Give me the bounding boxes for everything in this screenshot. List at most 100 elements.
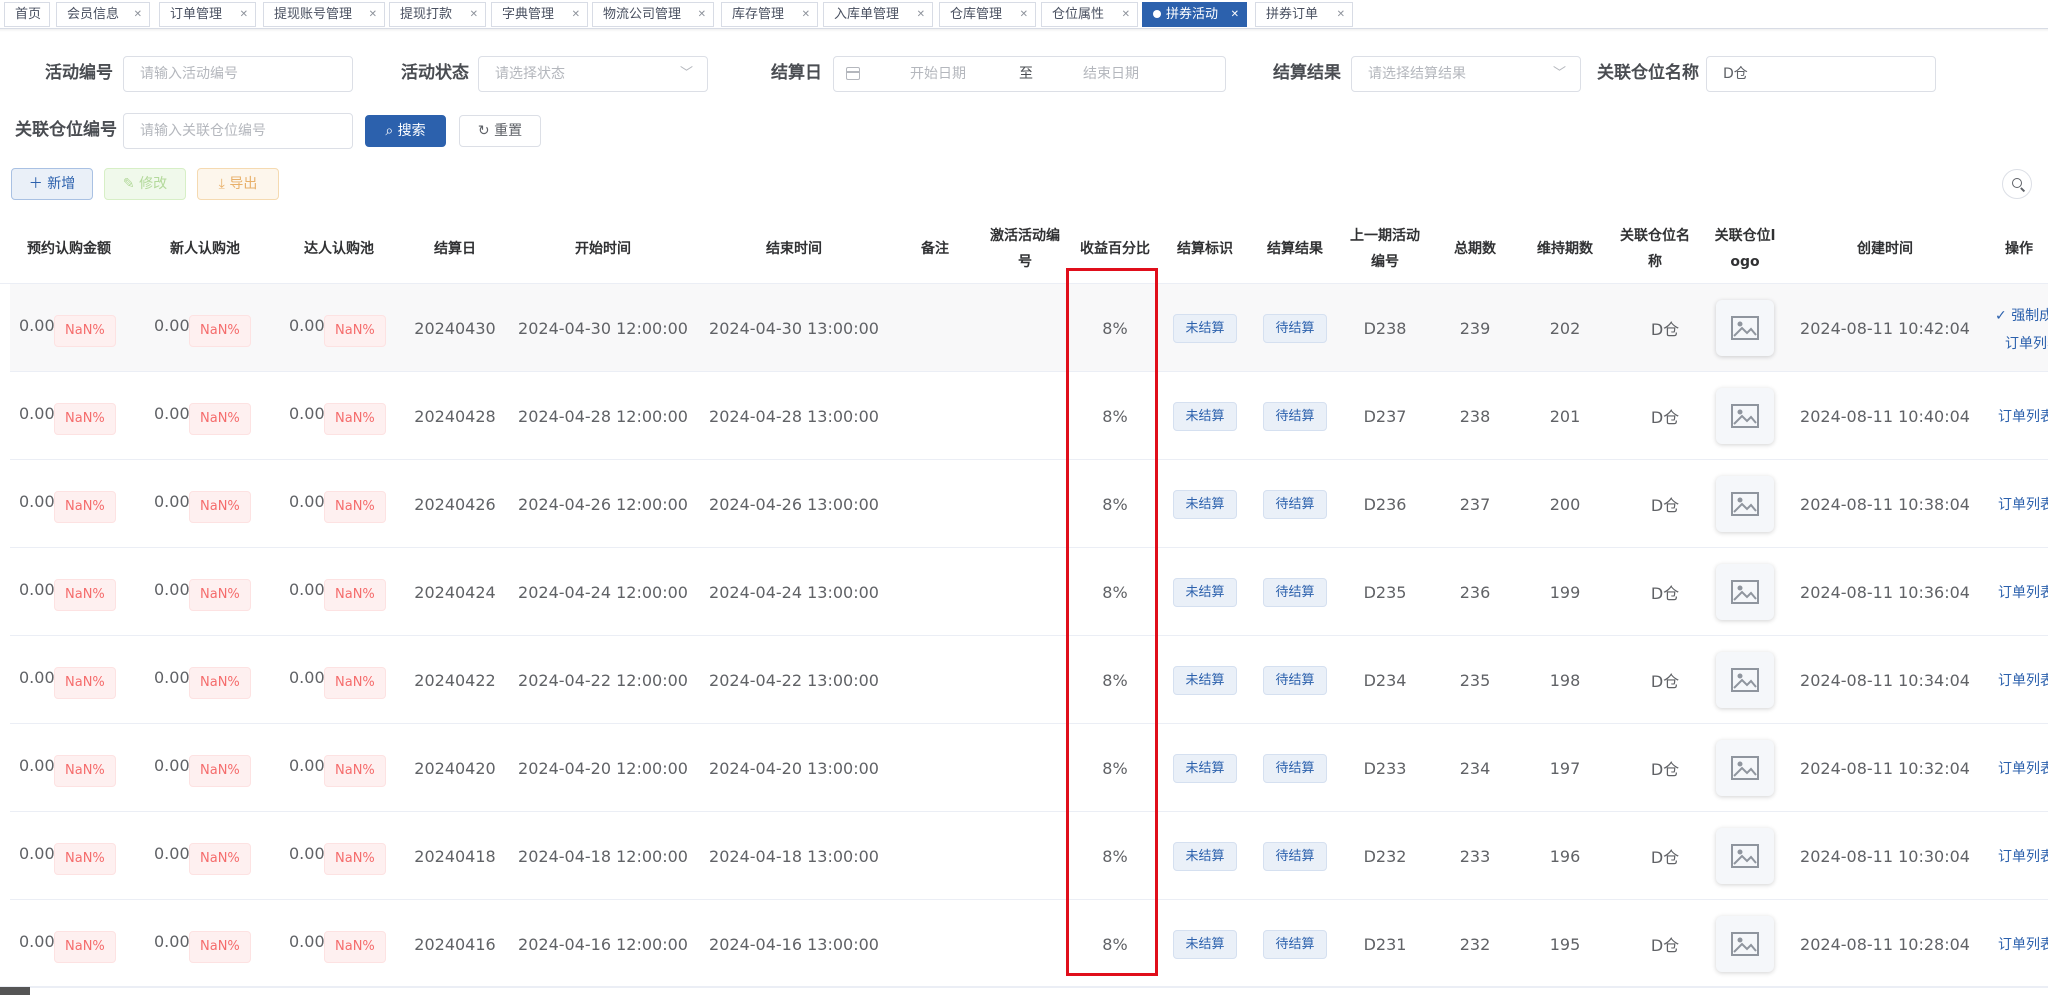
- col-settle-day: 结算日: [434, 241, 476, 257]
- warehouse-name-cell: D仓: [1650, 496, 1680, 515]
- toggle-search-button[interactable]: [2002, 169, 2032, 199]
- settle-result-placeholder: 请选择结算结果: [1368, 66, 1466, 82]
- edit-button[interactable]: ✎ 修改: [104, 168, 186, 200]
- table-row[interactable]: 0.00 NaN% 0.00 NaN% 0.00 NaN% 20240418 2024-04-…: [10, 812, 2048, 900]
- close-icon[interactable]: ✕: [1337, 3, 1345, 26]
- warehouse-logo[interactable]: [1716, 388, 1774, 444]
- close-icon[interactable]: ✕: [1122, 3, 1130, 26]
- table-row[interactable]: 0.00 NaN% 0.00 NaN% 0.00 NaN% 20240416 2024-04-…: [10, 900, 2048, 988]
- settle-result-select[interactable]: 请选择结算结果 ﹀: [1351, 56, 1581, 92]
- table-row[interactable]: 0.00 NaN% 0.00 NaN% 0.00 NaN% 20240422 2024-04-…: [10, 636, 2048, 724]
- tab-inventory[interactable]: 库存管理 ✕: [721, 2, 818, 27]
- warehouse-no-input[interactable]: 请输入关联仓位编号: [123, 113, 353, 149]
- table-row[interactable]: 0.00 NaN% 0.00 NaN% 0.00 NaN% 20240420 2024-04-…: [10, 724, 2048, 812]
- newbie-pool-amount: 0.00: [154, 756, 190, 775]
- export-button[interactable]: ⤓ 导出: [197, 168, 279, 200]
- warehouse-logo[interactable]: [1716, 300, 1774, 356]
- col-newbie: 新人认购池: [170, 241, 240, 257]
- settle-result-tag: 待结算: [1263, 753, 1327, 783]
- close-icon[interactable]: ✕: [802, 3, 810, 26]
- reserve-amount: 0.00: [19, 404, 55, 423]
- end-date-input[interactable]: 结束日期: [1083, 57, 1139, 91]
- tab-order-management[interactable]: 订单管理 ✕: [159, 2, 256, 27]
- close-icon[interactable]: ✕: [1231, 3, 1239, 26]
- warehouse-logo[interactable]: [1716, 916, 1774, 972]
- close-icon[interactable]: ✕: [572, 3, 580, 26]
- start-time-cell: 2024-04-16 12:00:00: [518, 934, 688, 954]
- tab-member-info[interactable]: 会员信息 ✕: [56, 2, 150, 27]
- close-icon[interactable]: ✕: [369, 3, 377, 26]
- settle-flag-tag: 未结算: [1173, 929, 1237, 959]
- table-row[interactable]: 0.00 NaN% 0.00 NaN% 0.00 NaN% 20240430 2024-04-…: [10, 284, 2048, 372]
- add-button[interactable]: ＋ 新增: [11, 168, 93, 200]
- created-time-cell: 2024-08-11 10:36:04: [1800, 582, 1970, 602]
- newbie-pool-amount: 0.00: [154, 932, 190, 951]
- order-list-link[interactable]: 订单列表: [1998, 460, 2048, 548]
- warehouse-logo[interactable]: [1716, 652, 1774, 708]
- reset-button-label: 重置: [494, 123, 523, 139]
- total-periods-cell: 236: [1459, 582, 1491, 602]
- maintain-periods-cell: 202: [1549, 318, 1581, 338]
- maintain-periods-cell: 201: [1549, 406, 1581, 426]
- tab-withdraw-payment[interactable]: 提现打款 ✕: [389, 2, 486, 27]
- tab-dictionary[interactable]: 字典管理 ✕: [491, 2, 588, 27]
- order-list-link[interactable]: 订单列表: [1998, 900, 2048, 988]
- yield-percent-cell: 8%: [1102, 670, 1128, 690]
- start-time-cell: 2024-04-18 12:00:00: [518, 846, 688, 866]
- col-warehouse-name: 关联仓位名称: [1620, 228, 1690, 270]
- order-list-link[interactable]: 订单列表: [1998, 724, 2048, 812]
- warehouse-logo[interactable]: [1716, 476, 1774, 532]
- close-icon[interactable]: ✕: [134, 3, 142, 26]
- settle-result-tag: 待结算: [1263, 401, 1327, 431]
- tab-group-coupon-order[interactable]: 拼券订单 ✕: [1255, 2, 1353, 27]
- order-list-label: 订单列表: [1998, 849, 2048, 865]
- force-settle-link[interactable]: ✓ 强制成: [1995, 302, 2048, 330]
- settle-date-range[interactable]: 开始日期 至 结束日期: [833, 56, 1226, 92]
- image-placeholder-icon: [1731, 844, 1759, 868]
- order-list-link[interactable]: 订单列表: [1995, 330, 2048, 358]
- end-time-cell: 2024-04-28 13:00:00: [709, 406, 879, 426]
- expert-percent-tag: NaN%: [324, 491, 386, 523]
- col-settle-result: 结算结果: [1267, 241, 1323, 257]
- export-button-label: 导出: [229, 176, 258, 192]
- tab-group-coupon-activity[interactable]: 拼券活动 ✕: [1142, 2, 1247, 27]
- tab-warehouse[interactable]: 仓库管理 ✕: [939, 2, 1036, 27]
- order-list-link[interactable]: 订单列表: [1998, 812, 2048, 900]
- date-range-separator: 至: [1019, 66, 1033, 82]
- status-select[interactable]: 请选择状态 ﹀: [478, 56, 708, 92]
- expert-percent-tag: NaN%: [324, 403, 386, 435]
- tab-inbound[interactable]: 入库单管理 ✕: [823, 2, 933, 27]
- close-icon[interactable]: ✕: [698, 3, 706, 26]
- reserve-amount: 0.00: [19, 668, 55, 687]
- start-date-input[interactable]: 开始日期: [910, 57, 966, 91]
- reset-button[interactable]: ↻ 重置: [459, 115, 541, 147]
- tab-home[interactable]: 首页: [4, 2, 50, 27]
- close-icon[interactable]: ✕: [1020, 3, 1028, 26]
- table-row[interactable]: 0.00 NaN% 0.00 NaN% 0.00 NaN% 20240426 2024-04-…: [10, 460, 2048, 548]
- tab-logistics[interactable]: 物流公司管理 ✕: [592, 2, 714, 27]
- tab-withdraw-account[interactable]: 提现账号管理 ✕: [263, 2, 385, 27]
- order-list-link[interactable]: 订单列表: [1998, 636, 2048, 724]
- reserve-amount: 0.00: [19, 932, 55, 951]
- close-icon[interactable]: ✕: [470, 3, 478, 26]
- tab-slot-attribute[interactable]: 仓位属性 ✕: [1041, 2, 1138, 27]
- warehouse-name-input[interactable]: D仓: [1706, 56, 1936, 92]
- close-icon[interactable]: ✕: [917, 3, 925, 26]
- order-list-link[interactable]: 订单列表: [1998, 548, 2048, 636]
- reserve-amount: 0.00: [19, 756, 55, 775]
- search-button[interactable]: ⌕ 搜索: [365, 115, 446, 147]
- order-list-link[interactable]: 订单列表: [1998, 372, 2048, 460]
- settle-result-label: 结算结果: [1273, 63, 1341, 83]
- warehouse-logo[interactable]: [1716, 740, 1774, 796]
- warehouse-logo[interactable]: [1716, 564, 1774, 620]
- table-row[interactable]: 0.00 NaN% 0.00 NaN% 0.00 NaN% 20240428 2024-04-…: [10, 372, 2048, 460]
- settle-flag-tag: 未结算: [1173, 753, 1237, 783]
- col-total: 总期数: [1454, 241, 1496, 257]
- close-icon[interactable]: ✕: [240, 3, 248, 26]
- table-row[interactable]: 0.00 NaN% 0.00 NaN% 0.00 NaN% 20240424 2024-04-…: [10, 548, 2048, 636]
- reserve-percent-tag: NaN%: [54, 491, 116, 523]
- col-activate-no: 激活活动编号: [990, 228, 1060, 270]
- activity-no-input[interactable]: 请输入活动编号: [123, 56, 353, 92]
- newbie-pool-amount: 0.00: [154, 580, 190, 599]
- warehouse-logo[interactable]: [1716, 828, 1774, 884]
